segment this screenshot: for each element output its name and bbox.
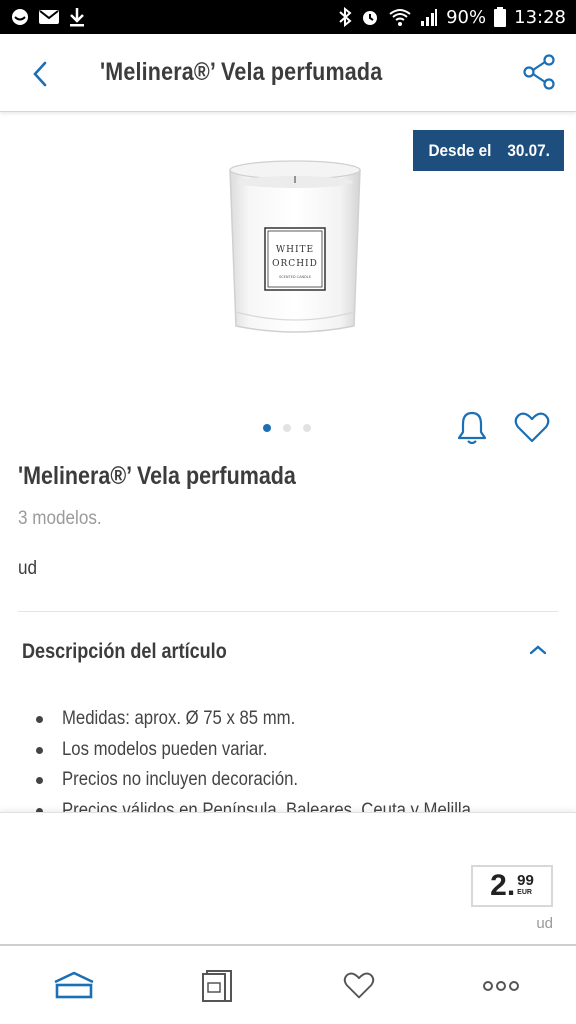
price-tag: 2. 99 EUR — [471, 865, 553, 907]
share-icon — [523, 54, 555, 90]
product-title: 'Melinera®’ Vela perfumada — [18, 462, 296, 490]
label-line3: SCENTED CANDLE — [279, 275, 311, 279]
list-item: Precios válidos en Península, Baleares, … — [36, 796, 536, 812]
chevron-up-icon[interactable] — [528, 642, 548, 658]
nav-more[interactable] — [477, 964, 525, 1008]
favorite-button[interactable] — [510, 406, 554, 450]
availability-badge: Desde el 30.07. — [412, 130, 564, 171]
price-integer: 2. — [490, 869, 516, 902]
bell-icon — [457, 411, 487, 445]
leaflet-icon — [202, 970, 232, 1002]
back-button[interactable] — [18, 52, 62, 96]
label-line1: WHITE — [276, 245, 314, 255]
description-header[interactable]: Descripción del artículo — [0, 612, 576, 694]
nav-leaflet[interactable] — [193, 964, 241, 1008]
chat-notification-icon — [12, 9, 28, 25]
badge-prefix: Desde el — [428, 140, 492, 160]
alert-button[interactable] — [452, 406, 492, 450]
label-line2: ORCHID — [272, 259, 318, 269]
list-item: Medidas: aprox. Ø 75 x 85 mm. — [36, 704, 536, 735]
bluetooth-icon — [339, 7, 352, 27]
share-button[interactable] — [518, 50, 562, 94]
clock: 13:28 — [514, 6, 566, 28]
nav-home[interactable] — [50, 964, 98, 1008]
description-title: Descripción del artículo — [22, 640, 227, 663]
price-unit: ud — [536, 915, 553, 932]
more-icon — [483, 981, 519, 991]
status-bar: 90% 13:28 — [0, 0, 576, 34]
badge-date: 30.07. — [507, 140, 550, 160]
list-item: Los modelos pueden variar. — [36, 735, 536, 766]
app-bar: 'Melinera®’ Vela perfumada — [0, 34, 576, 112]
carousel-dots — [263, 424, 311, 432]
mail-icon — [39, 10, 59, 24]
carousel-dot[interactable] — [283, 424, 291, 432]
battery-icon — [494, 7, 507, 27]
heart-icon — [343, 972, 375, 999]
price-panel: 2. 99 EUR ud — [0, 812, 576, 944]
bottom-nav — [0, 944, 576, 1024]
nav-favorites[interactable] — [335, 964, 383, 1008]
download-icon — [70, 8, 84, 27]
list-item: Precios no incluyen decoración. — [36, 765, 536, 796]
chevron-left-icon — [33, 61, 47, 87]
description-list: Medidas: aprox. Ø 75 x 85 mm. Los modelo… — [36, 704, 536, 812]
battery-percent: 90% — [446, 6, 487, 28]
product-image[interactable]: WHITE ORCHID SCENTED CANDLE — [220, 152, 370, 342]
price-decimals: 99 — [517, 871, 534, 889]
home-icon — [54, 971, 94, 999]
page-title: 'Melinera®’ Vela perfumada — [100, 58, 383, 86]
heart-icon — [514, 412, 550, 443]
carousel-dot[interactable] — [263, 424, 271, 432]
signal-icon — [421, 9, 438, 26]
models-count: 3 modelos. — [18, 508, 102, 529]
wifi-icon — [389, 9, 411, 26]
unit-label: ud — [18, 558, 38, 579]
carousel-dot[interactable] — [303, 424, 311, 432]
alarm-icon — [363, 11, 378, 25]
price-currency: EUR — [517, 888, 532, 896]
